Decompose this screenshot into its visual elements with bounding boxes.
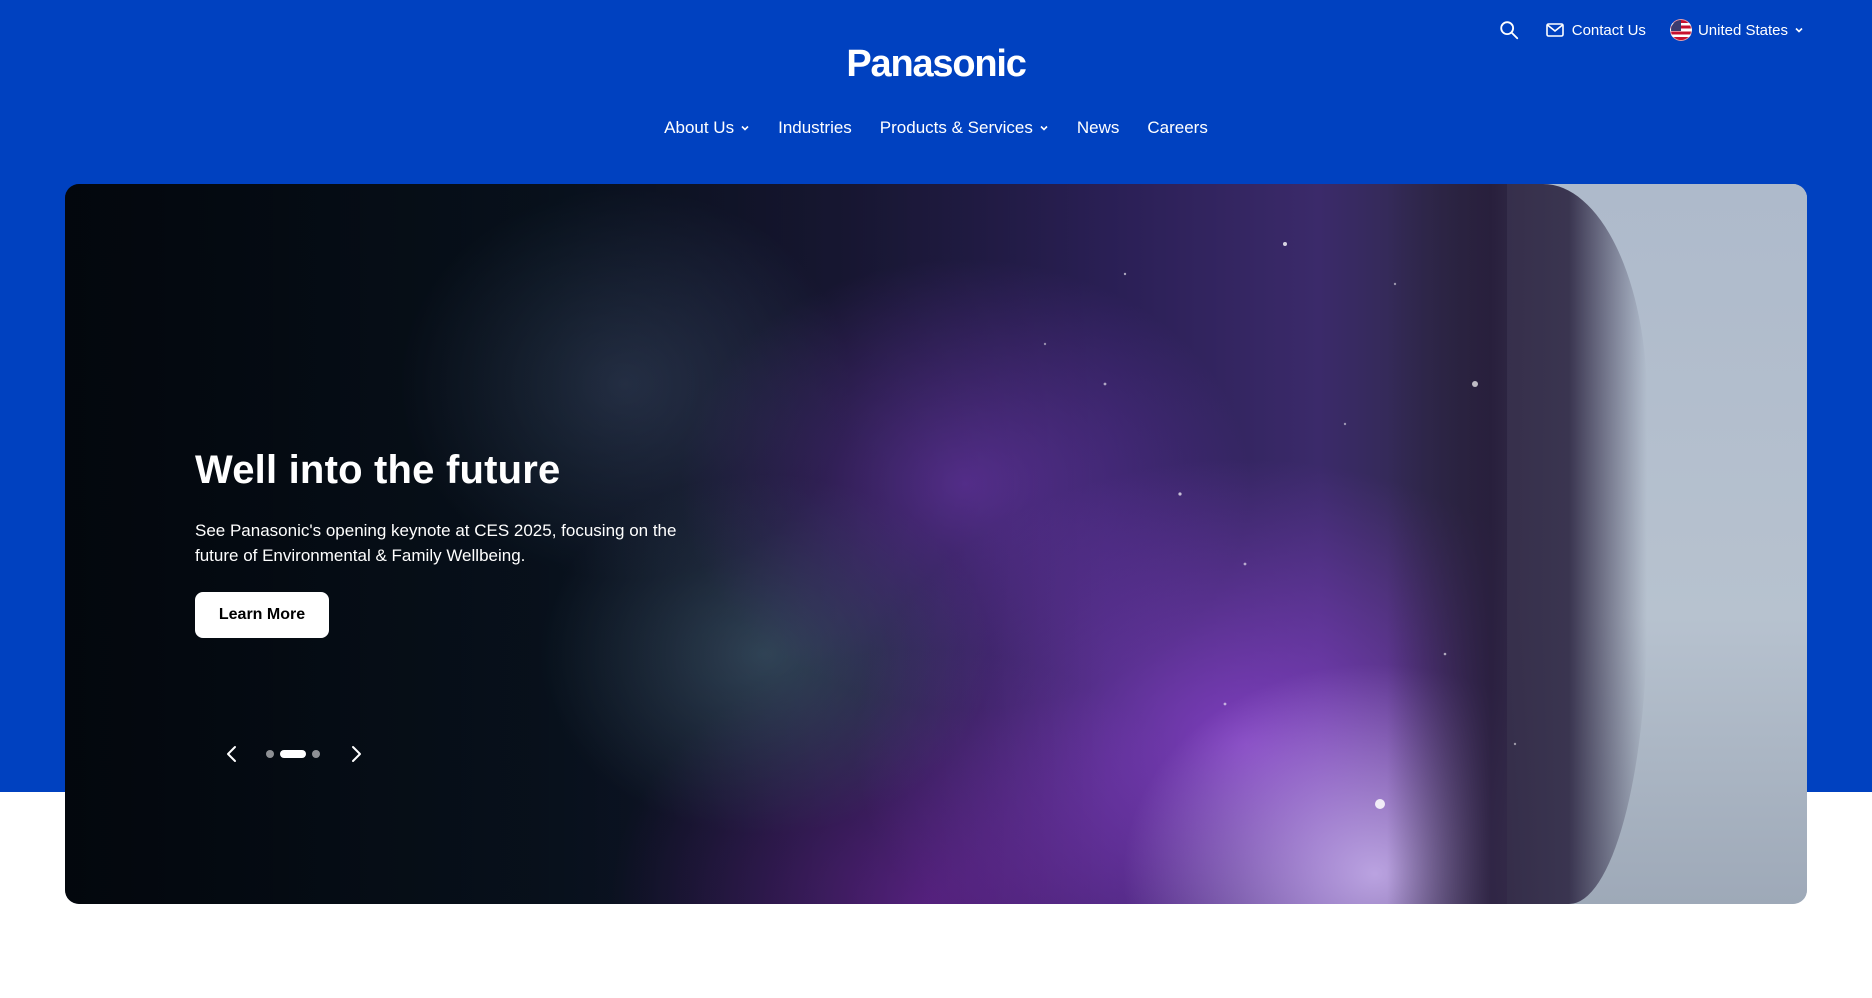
carousel-controls xyxy=(220,742,368,766)
contact-us-link[interactable]: Contact Us xyxy=(1545,21,1646,39)
carousel-dot[interactable] xyxy=(266,750,274,758)
hero-carousel: Well into the future See Panasonic's ope… xyxy=(65,184,1807,904)
main-nav: About Us Industries Products & Services … xyxy=(0,116,1872,140)
mail-icon xyxy=(1545,23,1564,37)
chevron-down-icon xyxy=(1795,27,1803,33)
nav-item-label: News xyxy=(1076,118,1120,137)
nav-item-products-services[interactable]: Products & Services xyxy=(866,116,1063,140)
hero-description: See Panasonic's opening keynote at CES 2… xyxy=(195,521,677,565)
nav-item-label: Products & Services xyxy=(879,118,1033,137)
logo-text: Panasonic xyxy=(846,43,1026,85)
country-selector[interactable]: United States xyxy=(1669,19,1804,41)
utility-bar: Contact Us United States xyxy=(1498,18,1804,42)
learn-more-button[interactable]: Learn More xyxy=(195,592,329,638)
nav-item-label: Industries xyxy=(778,118,852,137)
us-flag-icon xyxy=(1669,19,1692,41)
chevron-right-icon[interactable] xyxy=(344,742,368,766)
nav-item-label: About Us xyxy=(664,118,735,137)
carousel-dot-active[interactable] xyxy=(280,750,306,758)
carousel-dot[interactable] xyxy=(312,750,320,758)
panasonic-logo[interactable]: Panasonic xyxy=(0,42,1872,86)
nav-item-label: Careers xyxy=(1147,118,1208,137)
nav-item-news[interactable]: News xyxy=(1063,116,1134,140)
nav-item-careers[interactable]: Careers xyxy=(1133,116,1221,140)
chevron-down-icon xyxy=(741,125,749,131)
country-label: United States xyxy=(1697,21,1788,39)
nav-item-industries[interactable]: Industries xyxy=(764,116,866,140)
contact-us-label: Contact Us xyxy=(1571,21,1646,39)
search-icon[interactable] xyxy=(1498,19,1520,41)
chevron-left-icon[interactable] xyxy=(220,742,244,766)
carousel-dots xyxy=(266,750,320,758)
nav-item-about-us[interactable]: About Us xyxy=(650,116,764,140)
hero-title: Well into the future xyxy=(195,448,561,492)
chevron-down-icon xyxy=(1040,125,1048,131)
